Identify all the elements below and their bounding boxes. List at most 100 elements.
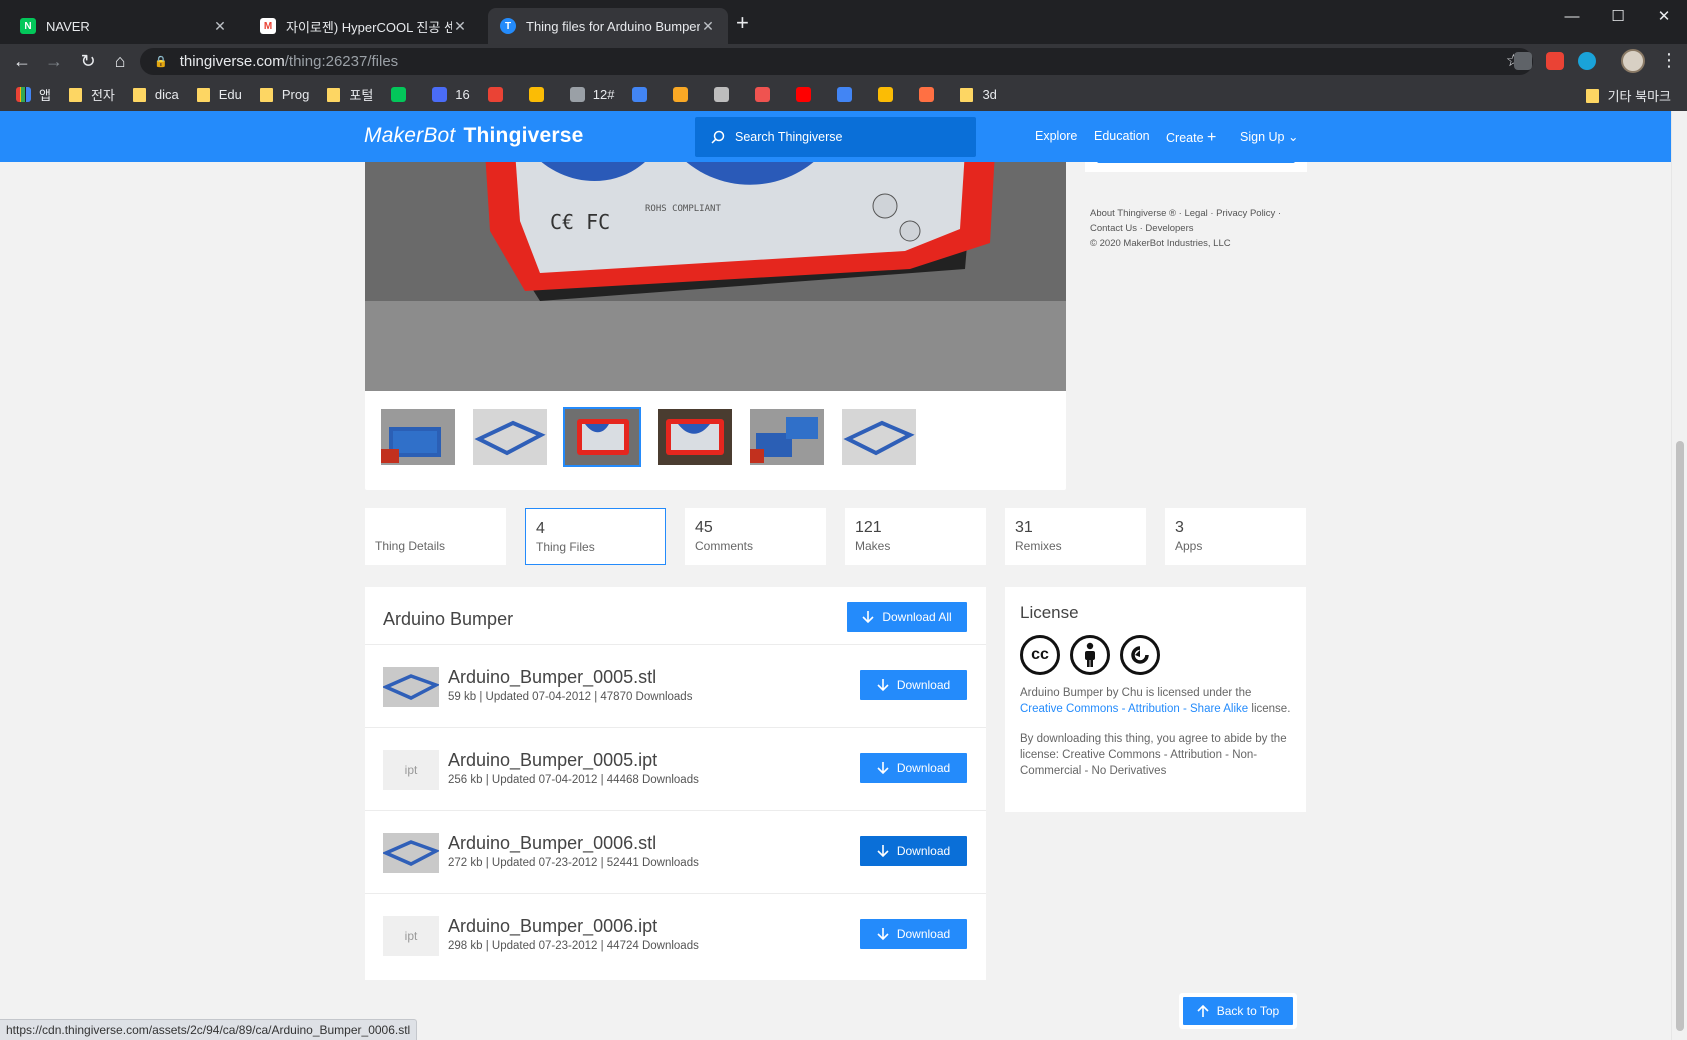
download-button[interactable]: Download [860,836,967,866]
bookmark-item[interactable]: 전자 [68,85,115,104]
license-title: License [1020,603,1079,622]
file-row: Arduino_Bumper_0006.stl 272 kb | Updated… [365,810,986,893]
bookmark-item[interactable] [528,87,552,102]
browser-tab-gmail[interactable]: M 자이로젠) HyperCOOL 진공 센서 ✕ [248,8,480,44]
tab-comments[interactable]: 45 Comments [685,508,826,565]
site-logo[interactable]: MakerBot Thingiverse [364,124,584,148]
bookmark-item[interactable]: Edu [196,87,242,102]
attribution-icon [1070,635,1110,675]
bookmark-label: 16 [455,87,470,102]
license-description: Arduino Bumper by Chu is licensed under … [1020,685,1291,717]
footer-line[interactable]: About Thingiverse ® · Legal · Privacy Po… [1090,206,1310,221]
svg-text:C€ FC: C€ FC [550,210,610,234]
file-name[interactable]: Arduino_Bumper_0005.stl [448,667,656,688]
file-meta: 272 kb | Updated 07-23-2012 | 52441 Down… [448,857,699,869]
gallery-thumbnail[interactable] [658,409,732,465]
back-button[interactable]: ← [10,49,34,73]
extension-icon[interactable] [1546,52,1564,70]
download-all-button[interactable]: Download All [847,602,967,632]
browser-tab-naver[interactable]: N NAVER ✕ [8,8,240,44]
forward-button[interactable]: → [42,49,66,73]
file-row: ipt Arduino_Bumper_0006.ipt 298 kb | Upd… [365,893,986,976]
download-button[interactable]: Download [860,670,967,700]
arrow-down-icon [877,845,889,858]
thing-files-card: Arduino Bumper Download All Arduino_Bump… [365,587,986,980]
bookmark-item[interactable] [487,87,511,102]
profile-avatar[interactable] [1621,49,1645,73]
file-name[interactable]: Arduino_Bumper_0006.ipt [448,916,657,937]
tab-remixes[interactable]: 31 Remixes [1005,508,1146,565]
gallery-thumbnail-selected[interactable] [563,407,641,467]
file-type-label: ipt [404,763,418,777]
maximize-button[interactable]: ☐ [1595,0,1641,32]
bookmark-item[interactable]: 3d [960,87,997,102]
gallery-thumbnail[interactable] [473,409,547,465]
bookmark-item[interactable] [878,87,901,102]
other-bookmarks[interactable]: 기타 북마크 [1585,86,1671,105]
apps-grid-icon [16,87,31,102]
browser-menu-icon[interactable]: ⋮ [1660,50,1678,70]
scrollbar-thumb[interactable] [1676,441,1684,1031]
bookmark-item[interactable] [919,87,942,102]
bookmark-item[interactable]: Prog [259,87,309,102]
bookmark-label: 3d [982,87,997,102]
tab-title: NAVER [46,18,90,34]
reload-button[interactable]: ↻ [76,49,100,73]
bookmark-item[interactable]: 12# [569,87,614,102]
file-thumbnail[interactable] [383,833,439,873]
bookmark-item[interactable] [837,87,860,102]
close-icon[interactable]: ✕ [212,18,228,35]
license-text: Arduino Bumper by Chu is licensed under … [1020,687,1252,699]
nav-explore[interactable]: Explore [1035,129,1077,143]
bookmark-item[interactable] [796,87,819,102]
file-name[interactable]: Arduino_Bumper_0005.ipt [448,750,657,771]
bookmark-item[interactable] [391,87,414,102]
nav-education[interactable]: Education [1094,129,1150,143]
nav-signup[interactable]: Sign Up ⌄ [1240,129,1298,144]
file-thumbnail[interactable] [383,667,439,707]
file-thumbnail-placeholder[interactable]: ipt [383,916,439,956]
file-thumbnail-placeholder[interactable]: ipt [383,750,439,790]
bookmark-item[interactable] [755,87,778,102]
address-bar[interactable]: 🔒 thingiverse.com/thing:26237/files ☆ [140,48,1533,75]
footer-links: About Thingiverse ® · Legal · Privacy Po… [1090,206,1310,251]
bookmark-label: 포털 [349,88,374,103]
bookmark-item[interactable] [714,87,737,102]
gallery-thumbnail[interactable] [750,409,824,465]
close-icon[interactable]: ✕ [452,18,468,35]
bookmark-item[interactable]: dica [132,87,179,102]
bookmark-item[interactable]: 16 [432,87,470,102]
gallery-thumbnail[interactable] [842,409,916,465]
back-to-top-button[interactable]: Back to Top [1183,997,1293,1025]
download-button[interactable]: Download [860,919,967,949]
page-viewport: C€ FC ROHS COMPLIANT About Thingiverse ®… [0,111,1671,1040]
gallery-thumbnail[interactable] [381,409,455,465]
tab-thing-details[interactable]: Thing Details [365,508,506,565]
nav-create[interactable]: Create + [1166,129,1216,147]
bookmark-item[interactable]: 앱 [16,85,51,104]
arrow-down-icon [877,762,889,775]
bookmark-label: dica [154,87,179,102]
new-tab-button[interactable]: + [736,12,749,34]
site-search-input[interactable]: Search Thingiverse [695,117,976,157]
download-button[interactable]: Download [860,753,967,783]
other-bookmarks-label: 기타 북마크 [1607,89,1671,104]
license-link[interactable]: Creative Commons - Attribution - Share A… [1020,703,1248,715]
browser-tab-thingiverse[interactable]: T Thing files for Arduino Bumper ✕ [488,8,728,44]
home-icon[interactable]: ⌂ [108,49,132,73]
extension-icon[interactable] [1514,52,1532,70]
bookmark-item[interactable] [673,87,696,102]
minimize-button[interactable]: — [1549,0,1595,32]
close-icon[interactable]: ✕ [700,18,716,35]
bookmark-item[interactable] [632,87,655,102]
extension-icon[interactable] [1578,52,1596,70]
file-meta: 59 kb | Updated 07-04-2012 | 47870 Downl… [448,691,693,703]
footer-line[interactable]: Contact Us · Developers [1090,221,1310,236]
tab-makes[interactable]: 121 Makes [845,508,986,565]
file-name[interactable]: Arduino_Bumper_0006.stl [448,833,656,854]
tab-thing-files[interactable]: 4 Thing Files [525,508,666,565]
page-scrollbar[interactable] [1671,111,1687,1040]
bookmark-item[interactable]: 포털 [327,85,373,104]
tab-apps[interactable]: 3 Apps [1165,508,1306,565]
close-window-button[interactable]: ✕ [1641,0,1687,32]
